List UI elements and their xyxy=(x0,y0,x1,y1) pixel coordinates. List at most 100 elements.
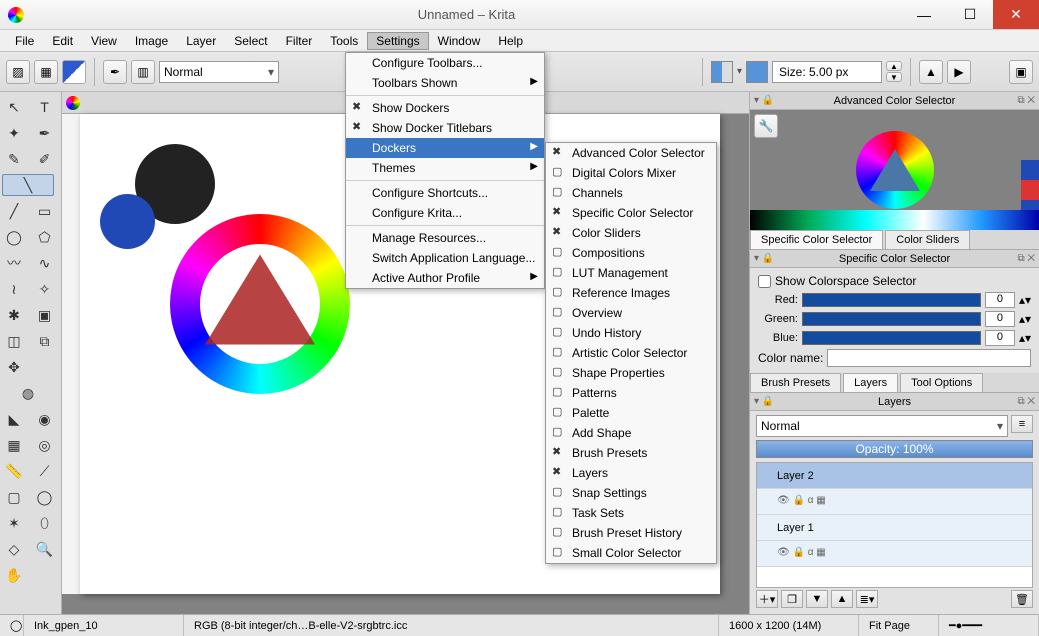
docker-channels[interactable]: Channels▢ xyxy=(546,183,716,203)
calligraphy-tool[interactable]: ✒ xyxy=(33,122,57,144)
menu-settings[interactable]: Settings xyxy=(367,32,428,50)
rect-select-tool[interactable]: ▢ xyxy=(2,486,26,508)
deform-tool[interactable]: ◫ xyxy=(2,330,26,352)
docker-small-color-selector[interactable]: Small Color Selector▢ xyxy=(546,543,716,563)
bg-swatch[interactable] xyxy=(746,61,768,83)
multibrush-tool[interactable]: ✱ xyxy=(2,304,26,326)
menu-select[interactable]: Select xyxy=(225,32,276,50)
menuitem-toolbars-shown[interactable]: Toolbars Shown▶ xyxy=(346,73,544,93)
menuitem-configure-toolbars-[interactable]: Configure Toolbars... xyxy=(346,53,544,73)
add-layer-button[interactable]: ＋▾ xyxy=(756,590,778,608)
polygon-tool[interactable]: ⬠ xyxy=(33,226,57,248)
color-picker-tool[interactable]: ◉ xyxy=(33,408,57,430)
pan-tool[interactable]: ✋ xyxy=(2,564,26,586)
opacity-slider[interactable]: Opacity: 100% xyxy=(756,440,1033,458)
maximize-button[interactable]: ☐ xyxy=(947,0,993,29)
move-down-button[interactable]: ▼ xyxy=(806,590,828,608)
ellipse-select-tool[interactable]: ◯ xyxy=(33,486,57,508)
move-up-button[interactable]: ▲ xyxy=(831,590,853,608)
brush-preset-button[interactable]: ✒ xyxy=(103,60,127,84)
layer-row[interactable]: Layer 2 xyxy=(757,463,1032,489)
menuitem-switch-application-language-[interactable]: Switch Application Language... xyxy=(346,248,544,268)
docker-add-shape[interactable]: Add Shape▢ xyxy=(546,423,716,443)
workspace-button[interactable]: ▣ xyxy=(1009,60,1033,84)
menu-file[interactable]: File xyxy=(6,32,43,50)
pattern-tool[interactable]: ▦ xyxy=(2,434,26,456)
menuitem-manage-resources-[interactable]: Manage Resources... xyxy=(346,228,544,248)
docker-undo-history[interactable]: Undo History▢ xyxy=(546,323,716,343)
green-value[interactable]: 0 xyxy=(985,311,1015,327)
polyline-tool[interactable]: 〰 xyxy=(2,252,26,274)
scs-title[interactable]: Specific Color Selector xyxy=(750,250,1039,268)
freehand-brush-tool[interactable]: ╲ xyxy=(2,174,54,196)
docker-task-sets[interactable]: Task Sets▢ xyxy=(546,503,716,523)
menu-tools[interactable]: Tools xyxy=(321,32,367,50)
ruler-tool[interactable]: ⟋ xyxy=(33,460,57,482)
docker-advanced-color-selector[interactable]: Advanced Color Selector✖ xyxy=(546,143,716,163)
pencil-tool[interactable]: ✐ xyxy=(33,148,57,170)
docker-overview[interactable]: Overview▢ xyxy=(546,303,716,323)
delete-layer-button[interactable]: 🗑 xyxy=(1011,590,1033,608)
status-icon[interactable]: ◯ xyxy=(0,615,24,636)
menuitem-themes[interactable]: Themes▶ xyxy=(346,158,544,178)
tab-specific-color[interactable]: Specific Color Selector xyxy=(750,230,883,249)
color-name-input[interactable] xyxy=(827,349,1031,367)
brush-editor-button[interactable]: ▥ xyxy=(131,60,155,84)
transform-tool[interactable]: ▣ xyxy=(33,304,57,326)
docker-lut-management[interactable]: LUT Management▢ xyxy=(546,263,716,283)
menuitem-configure-shortcuts-[interactable]: Configure Shortcuts... xyxy=(346,183,544,203)
zoom-tool[interactable]: 🔍 xyxy=(33,538,57,560)
tab-color-sliders[interactable]: Color Sliders xyxy=(885,230,970,249)
docker-color-sliders[interactable]: Color Sliders✖ xyxy=(546,223,716,243)
dyna-tool[interactable]: ✧ xyxy=(33,278,57,300)
close-button[interactable]: ✕ xyxy=(993,0,1039,29)
menu-edit[interactable]: Edit xyxy=(43,32,82,50)
line-tool[interactable]: ╱ xyxy=(2,200,26,222)
blue-slider[interactable] xyxy=(802,331,981,345)
assistant-tool[interactable]: ◎ xyxy=(33,434,57,456)
crop-tool[interactable]: ⧉ xyxy=(33,330,57,352)
show-colorspace-checkbox[interactable] xyxy=(758,275,771,288)
blend-mode-combo[interactable]: Normal xyxy=(159,61,279,83)
fgbg-swap-button[interactable] xyxy=(62,60,86,84)
menuitem-active-author-profile[interactable]: Active Author Profile▶ xyxy=(346,268,544,288)
layer-list[interactable]: Layer 2 👁 🔒 α ▦ Layer 1 👁 🔒 α ▦ xyxy=(756,462,1033,588)
menu-layer[interactable]: Layer xyxy=(177,32,225,50)
ellipse-tool[interactable]: ◯ xyxy=(2,226,26,248)
red-value[interactable]: 0 xyxy=(985,292,1015,308)
brush-size-field[interactable]: Size: 5.00 px xyxy=(772,61,882,83)
duplicate-layer-button[interactable]: ❐ xyxy=(781,590,803,608)
docker-brush-presets[interactable]: Brush Presets✖ xyxy=(546,443,716,463)
rect-tool[interactable]: ▭ xyxy=(33,200,57,222)
layer-blend-combo[interactable]: Normal xyxy=(756,415,1008,437)
green-slider[interactable] xyxy=(802,312,981,326)
docker-specific-color-selector[interactable]: Specific Color Selector✖ xyxy=(546,203,716,223)
text-tool[interactable]: T xyxy=(33,96,57,118)
dockers-submenu[interactable]: Advanced Color Selector✖Digital Colors M… xyxy=(545,142,717,564)
pattern-button[interactable]: ▦ xyxy=(34,60,58,84)
mirror-h-button[interactable]: ▲ xyxy=(919,60,943,84)
docker-patterns[interactable]: Patterns▢ xyxy=(546,383,716,403)
acs-config-icon[interactable]: 🔧 xyxy=(754,114,778,138)
tab-tool-options[interactable]: Tool Options xyxy=(900,373,983,392)
contiguous-select-tool[interactable]: ✶ xyxy=(2,512,26,534)
menuitem-show-docker-titlebars[interactable]: Show Docker Titlebars✖ xyxy=(346,118,544,138)
docker-layers[interactable]: Layers✖ xyxy=(546,463,716,483)
red-slider[interactable] xyxy=(802,293,981,307)
tab-layers[interactable]: Layers xyxy=(843,373,898,392)
pattern-edit-tool[interactable]: ✦ xyxy=(2,122,26,144)
docker-palette[interactable]: Palette▢ xyxy=(546,403,716,423)
fg-swatch[interactable] xyxy=(711,61,733,83)
similar-select-tool[interactable]: ⬯ xyxy=(33,512,57,534)
bezier-tool[interactable]: ∿ xyxy=(33,252,57,274)
menuitem-configure-krita-[interactable]: Configure Krita... xyxy=(346,203,544,223)
layer-row[interactable]: Layer 1 xyxy=(757,515,1032,541)
blue-value[interactable]: 0 xyxy=(985,330,1015,346)
menu-filter[interactable]: Filter xyxy=(277,32,322,50)
move-layer-tool[interactable]: ✥ xyxy=(2,356,26,378)
zoom-combo[interactable]: Fit Page xyxy=(859,615,939,636)
freehand-path-tool[interactable]: ≀ xyxy=(2,278,26,300)
menu-image[interactable]: Image xyxy=(126,32,177,50)
acs-title[interactable]: Advanced Color Selector xyxy=(750,92,1039,110)
menuitem-dockers[interactable]: Dockers▶ xyxy=(346,138,544,158)
